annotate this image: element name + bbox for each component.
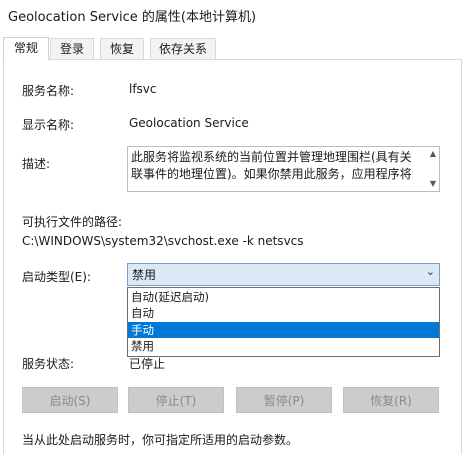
exe-path-value: C:\WINDOWS\system32\svchost.exe -k netsv… [22,234,304,248]
description-label: 描述: [22,157,51,171]
window-title: Geolocation Service 的属性(本地计算机) [8,10,257,25]
service-name-value: lfsvc [129,82,157,96]
tab-recovery[interactable]: 恢复 [100,38,144,59]
tab-logon[interactable]: 登录 [50,38,94,59]
dropdown-option[interactable]: 自动 [128,305,439,321]
display-name-label: 显示名称: [22,118,75,132]
service-status-value: 已停止 [129,357,166,371]
startup-type-dropdown: 自动(延迟启动) 自动 手动 禁用 [127,287,440,357]
dropdown-option[interactable]: 自动(延迟启动) [128,289,439,305]
display-name-value: Geolocation Service [129,116,249,130]
start-button[interactable]: 启动(S) [22,387,118,413]
title-bar: Geolocation Service 的属性(本地计算机) [0,0,464,30]
description-text: 此服务将监视系统的当前位置并管理地理围栏(具有关联事件的地理位置)。如果你禁用此… [131,150,412,181]
startup-type-label: 启动类型(E): [22,270,91,284]
pause-button[interactable]: 暂停(P) [236,387,332,413]
startup-type-value: 禁用 [132,268,157,282]
scroll-up-arrow-icon[interactable]: ▲ [428,149,438,159]
startup-type-select[interactable]: 禁用 ⌄ [127,263,440,286]
chevron-down-icon[interactable]: ⌄ [426,265,435,278]
tab-general[interactable]: 常规 [3,37,49,60]
dropdown-option[interactable]: 禁用 [128,338,439,354]
tab-dependencies[interactable]: 依存关系 [150,38,216,59]
description-box[interactable]: 此服务将监视系统的当前位置并管理地理围栏(具有关联事件的地理位置)。如果你禁用此… [127,146,440,192]
service-name-label: 服务名称: [22,84,75,98]
tab-strip: 常规 登录 恢复 依存关系 [3,37,461,60]
stop-button[interactable]: 停止(T) [128,387,224,413]
resume-button[interactable]: 恢复(R) [343,387,439,413]
dropdown-option-selected[interactable]: 手动 [128,322,439,338]
service-status-label: 服务状态: [22,357,75,371]
scroll-down-arrow-icon[interactable]: ▼ [428,179,438,189]
startup-params-hint: 当从此处启动服务时，你可指定所适用的启动参数。 [22,433,299,447]
exe-path-label: 可执行文件的路径: [22,215,123,229]
